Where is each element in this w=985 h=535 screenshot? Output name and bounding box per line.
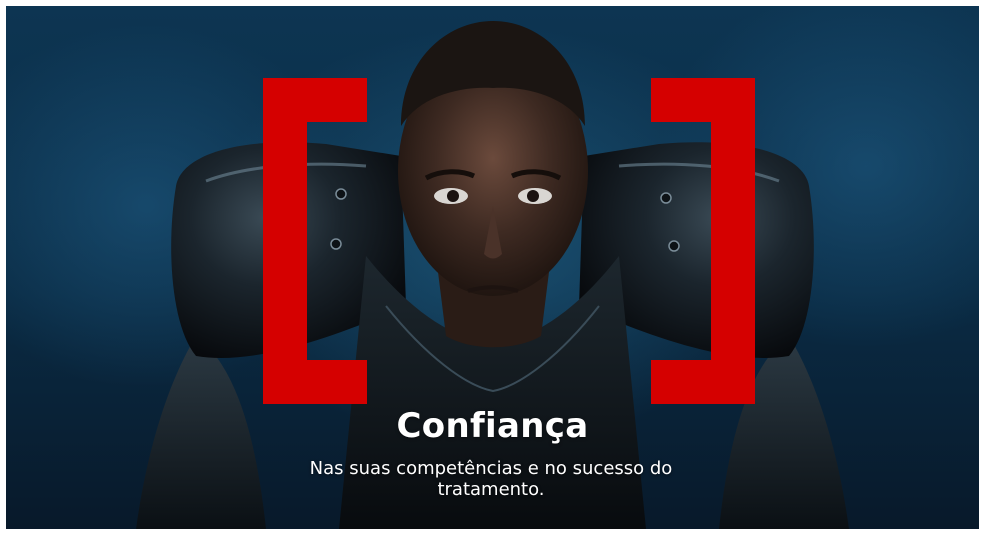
hero-title: Confiança <box>396 406 589 446</box>
hero-banner: Confiança Nas suas competências e no suc… <box>6 6 979 529</box>
athlete-photo <box>136 21 849 529</box>
right-bracket-icon <box>651 78 755 404</box>
hero-subtitle: Nas suas competências e no sucesso do tr… <box>309 458 673 500</box>
left-bracket-icon <box>263 78 367 404</box>
